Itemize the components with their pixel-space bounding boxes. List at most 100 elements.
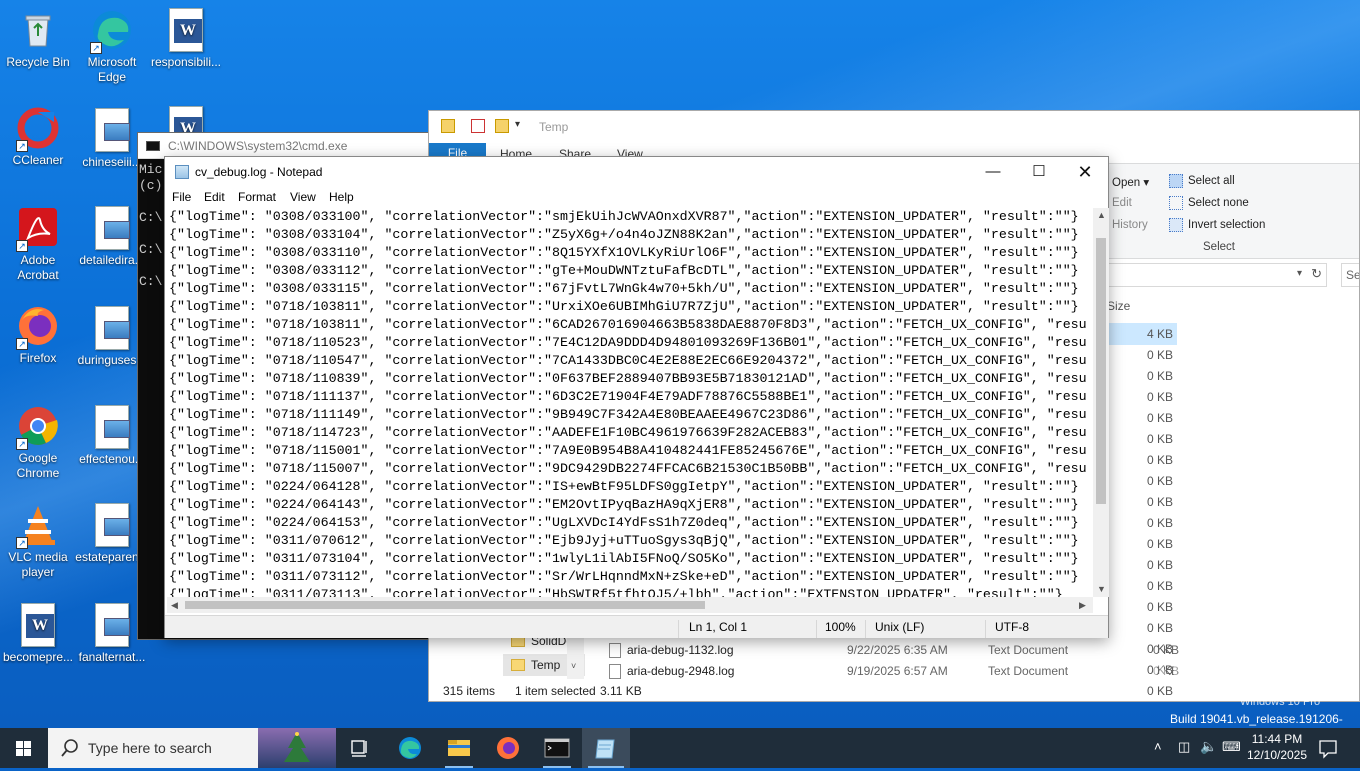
desktop-icon-adobe-acrobat[interactable]: ↗ Adobe Acrobat	[0, 206, 76, 283]
nav-scrollbar[interactable]: ˅	[567, 631, 584, 679]
network-icon[interactable]: ◫	[1178, 739, 1190, 755]
image-file-icon	[95, 503, 130, 547]
volume-icon[interactable]: 🔈	[1200, 738, 1217, 755]
desktop-icon-recycle-bin[interactable]: Recycle Bin	[0, 8, 76, 70]
editor-content[interactable]: {"logTime": "0308/033100", "correlationV…	[167, 208, 1093, 597]
taskbar-file-explorer[interactable]	[435, 728, 483, 768]
chevron-up-icon[interactable]: ˄	[1154, 739, 1162, 754]
file-name: aria-debug-1132.log	[627, 643, 734, 657]
acrobat-icon: ↗	[16, 206, 60, 252]
size-cell: 0 KB	[1146, 474, 1173, 488]
desktop-icon-microsoft-edge[interactable]: ↗ Microsoft Edge	[74, 8, 150, 85]
taskbar-search[interactable]: Type here to search	[48, 728, 336, 768]
size-cell: 4 KB	[1146, 327, 1173, 341]
size-cell: 0 KB	[1146, 579, 1173, 593]
properties-icon[interactable]	[471, 119, 485, 133]
select-none-button[interactable]: Select none	[1188, 197, 1249, 209]
file-date: 9/19/2025 6:57 AM	[847, 664, 948, 678]
desktop-icon-responsibili[interactable]: W responsibili...	[148, 8, 224, 70]
scroll-down-icon[interactable]: ▼	[1097, 584, 1106, 594]
zoom-level: 100%	[825, 620, 856, 634]
text-editor[interactable]: {"logTime": "0308/033100", "correlationV…	[167, 208, 1093, 597]
taskbar-notepad[interactable]	[582, 728, 630, 768]
chevron-down-icon[interactable]: ˅	[571, 661, 576, 671]
menu-bar: File Edit Format View Help	[165, 187, 1108, 207]
desktop-icon-firefox[interactable]: ↗ Firefox	[0, 304, 76, 366]
address-bar[interactable]: ▾ ↻	[1107, 263, 1327, 287]
column-header-size[interactable]: Size	[1107, 299, 1130, 313]
nav-item-temp[interactable]: Temp	[531, 658, 560, 672]
notepad-title: cv_debug.log - Notepad	[195, 165, 323, 179]
notifications-button[interactable]	[1316, 728, 1340, 768]
file-name: aria-debug-2948.log	[627, 664, 735, 678]
vertical-scrollbar[interactable]: ▲ ▼	[1093, 208, 1109, 597]
file-date: 9/22/2025 6:35 AM	[847, 643, 948, 657]
explorer-title: Temp	[539, 120, 569, 134]
desktop-icon-label: Recycle Bin	[6, 55, 70, 69]
desktop-icon-label: becomepre...	[2, 650, 74, 664]
image-file-icon	[95, 206, 130, 250]
chrome-icon: ↗	[16, 404, 60, 450]
invert-selection-icon	[1169, 218, 1183, 232]
keyboard-icon[interactable]: ⌨	[1222, 739, 1241, 755]
menu-view[interactable]: View	[290, 190, 316, 204]
menu-edit[interactable]: Edit	[204, 190, 225, 204]
vlc-icon: ↗	[16, 503, 60, 549]
close-button[interactable]: ✕	[1062, 157, 1108, 187]
notepad-titlebar[interactable]: cv_debug.log - Notepad — ☐ ✕	[165, 157, 1108, 187]
text-file-icon	[609, 664, 621, 679]
menu-help[interactable]: Help	[329, 190, 354, 204]
menu-file[interactable]: File	[172, 190, 191, 204]
explorer-titlebar[interactable]: ▾ Temp	[429, 111, 1359, 143]
search-placeholder: Type here to search	[88, 740, 212, 756]
scroll-left-icon[interactable]: ◀	[171, 600, 178, 611]
shortcut-arrow-icon: ↗	[16, 438, 28, 450]
scroll-thumb[interactable]	[1096, 238, 1106, 504]
select-all-button[interactable]: Select all	[1188, 175, 1235, 187]
invert-selection-button[interactable]: Invert selection	[1188, 219, 1265, 231]
notification-icon	[1319, 740, 1337, 759]
menu-format[interactable]: Format	[238, 190, 276, 204]
notepad-icon	[595, 739, 615, 759]
desktop-icon-label: Microsoft Edge	[87, 55, 137, 84]
image-file-icon	[95, 108, 130, 152]
taskbar-cmd[interactable]	[533, 728, 581, 768]
folder-icon	[448, 740, 470, 756]
desktop: Recycle Bin ↗ CCleaner ↗ Adobe Acrobat ↗…	[0, 0, 1360, 728]
chevron-down-icon[interactable]: ▾	[1297, 268, 1302, 279]
size-cell: 0 KB	[1146, 600, 1173, 614]
desktop-icon-label: Google Chrome	[16, 451, 60, 480]
windows-edition: Windows 10 Pro	[1240, 696, 1321, 708]
scroll-thumb[interactable]	[185, 601, 705, 609]
clock[interactable]: 11:44 PM 12/10/2025	[1244, 728, 1310, 768]
taskbar-edge[interactable]	[386, 728, 434, 768]
desktop-icon-google-chrome[interactable]: ↗ Google Chrome	[0, 404, 76, 481]
open-button[interactable]: Open ▾	[1112, 175, 1149, 189]
search-input[interactable]: Se	[1341, 263, 1359, 287]
scroll-right-icon[interactable]: ▶	[1079, 600, 1086, 611]
taskbar-firefox[interactable]	[484, 728, 532, 768]
chevron-down-icon[interactable]: ▾	[515, 119, 520, 130]
desktop-icon-becomepre[interactable]: W becomepre...	[0, 603, 76, 665]
clock-time: 11:44 PM	[1251, 732, 1303, 746]
history-button[interactable]: History	[1112, 219, 1148, 231]
desktop-icon-vlc[interactable]: ↗ VLC media player	[0, 503, 76, 580]
maximize-button[interactable]: ☐	[1016, 157, 1062, 187]
edit-button[interactable]: Edit	[1112, 197, 1132, 209]
notepad-window[interactable]: cv_debug.log - Notepad — ☐ ✕ File Edit F…	[164, 156, 1109, 638]
minimize-button[interactable]: —	[970, 157, 1016, 187]
start-button[interactable]	[0, 728, 48, 768]
new-folder-icon[interactable]	[495, 119, 509, 133]
refresh-icon[interactable]: ↻	[1311, 266, 1322, 282]
size-cell: 0 KB	[1146, 516, 1173, 530]
task-view-button[interactable]	[336, 728, 384, 768]
scroll-up-icon[interactable]: ▲	[1097, 210, 1106, 220]
desktop-icon-label: VLC media player	[8, 550, 68, 579]
desktop-icon-ccleaner[interactable]: ↗ CCleaner	[0, 106, 76, 168]
item-count: 315 items	[443, 684, 496, 698]
shortcut-arrow-icon: ↗	[16, 140, 28, 152]
horizontal-scrollbar[interactable]: ◀ ▶	[167, 597, 1093, 613]
anyrun-watermark: ANY RUN	[1118, 650, 1330, 699]
size-cell: 0 KB	[1146, 411, 1173, 425]
encoding: UTF-8	[995, 620, 1029, 634]
